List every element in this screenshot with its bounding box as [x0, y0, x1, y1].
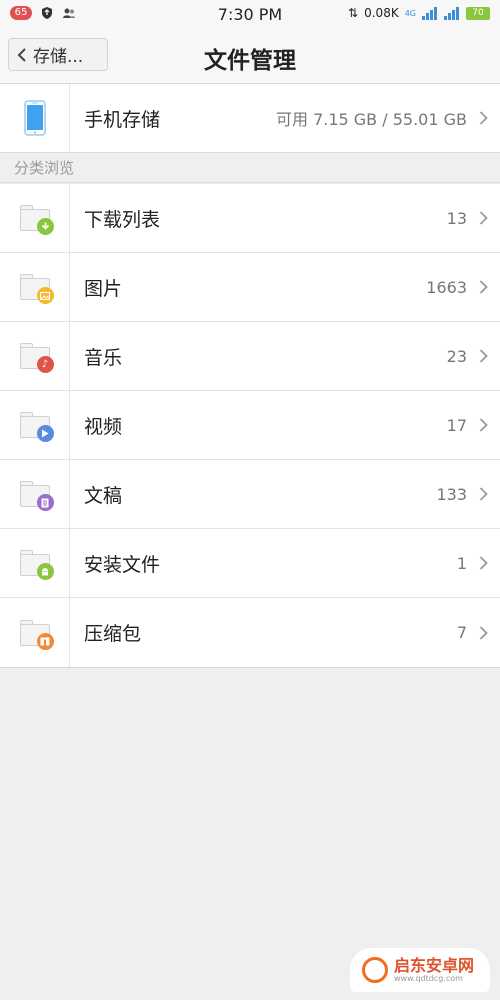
category-item-downloads[interactable]: 下载列表 13: [0, 184, 500, 253]
folder-icon: [19, 412, 54, 442]
category-item-documents[interactable]: 文稿 133: [0, 460, 500, 529]
category-icon-cell: [0, 460, 70, 528]
chevron-right-icon: [479, 556, 488, 570]
image-icon: [36, 287, 54, 304]
android-icon: [36, 563, 54, 580]
category-list: 下载列表 13 图片 1663 ♪ 音乐 23 视频 17 文稿 133 安装文…: [0, 184, 500, 668]
folder-icon: ♪: [19, 343, 54, 373]
document-icon: [36, 494, 54, 511]
category-label: 下载列表: [84, 208, 161, 231]
category-icon-cell: [0, 253, 70, 321]
signal-icon: [422, 6, 437, 20]
phone-icon-cell: [0, 84, 70, 152]
archive-icon: [36, 632, 54, 650]
folder-icon: [19, 274, 54, 304]
category-count: 13: [446, 208, 467, 228]
chevron-right-icon: [479, 418, 488, 432]
signal-icon-2: [444, 6, 459, 20]
category-item-images[interactable]: 图片 1663: [0, 253, 500, 322]
chevron-right-icon: [479, 111, 488, 125]
chevron-right-icon: [479, 625, 488, 640]
category-item-music[interactable]: ♪ 音乐 23: [0, 322, 500, 391]
net-speed-icon: ⇅: [348, 6, 359, 20]
music-icon: ♪: [36, 356, 54, 373]
chevron-right-icon: [479, 280, 488, 294]
phone-storage-row[interactable]: 手机存储 可用 7.15 GB / 55.01 GB: [0, 84, 500, 153]
category-count: 23: [446, 346, 467, 366]
watermark-url: www.qdtdcg.com: [394, 973, 463, 983]
play-icon: [36, 425, 54, 442]
category-count: 17: [446, 415, 467, 435]
folder-icon: [19, 205, 54, 235]
download-icon: [36, 218, 54, 235]
section-header-browse: 分类浏览: [0, 153, 500, 183]
status-bar: 65 7:30 PM ⇅ 0.08K 4G 70: [0, 0, 500, 30]
category-icon-cell: [0, 184, 70, 252]
category-label: 图片: [84, 277, 123, 300]
category-count: 1663: [426, 277, 467, 297]
folder-icon: [19, 481, 54, 511]
category-icon-cell: ♪: [0, 322, 70, 390]
storage-label: 手机存储: [84, 108, 161, 131]
title-bar: 存储... 文件管理: [0, 30, 500, 84]
category-item-apk[interactable]: 安装文件 1: [0, 529, 500, 598]
brand-logo-icon: [362, 957, 388, 983]
phone-icon: [23, 100, 46, 136]
folder-icon: [19, 550, 54, 580]
chevron-right-icon: [479, 487, 488, 501]
chevron-right-icon: [479, 349, 488, 363]
net-speed: 0.08K: [364, 6, 399, 20]
category-label: 文稿: [84, 484, 123, 507]
category-icon-cell: [0, 391, 70, 459]
category-label: 压缩包: [84, 623, 142, 645]
category-icon-cell: [0, 598, 70, 667]
status-right: ⇅ 0.08K 4G 70: [348, 6, 490, 20]
category-label: 视频: [84, 415, 123, 438]
watermark-brand: 启东安卓网: [394, 955, 475, 975]
chevron-right-icon: [479, 211, 488, 225]
category-count: 133: [436, 484, 467, 504]
page-title: 文件管理: [204, 48, 296, 74]
category-item-archives[interactable]: 压缩包 7: [0, 598, 500, 667]
category-count: 1: [456, 553, 467, 573]
battery-icon: 70: [466, 6, 490, 20]
category-item-video[interactable]: 视频 17: [0, 391, 500, 460]
category-label: 安装文件: [84, 553, 161, 576]
network-type: 4G: [404, 8, 416, 18]
storage-value: 可用 7.15 GB / 55.01 GB: [275, 110, 467, 129]
watermark-logo: 启东安卓网 www.qdtdcg.com: [350, 948, 490, 992]
category-icon-cell: [0, 529, 70, 597]
category-count: 7: [456, 623, 467, 642]
category-label: 音乐: [84, 346, 123, 369]
folder-icon: [19, 619, 54, 650]
